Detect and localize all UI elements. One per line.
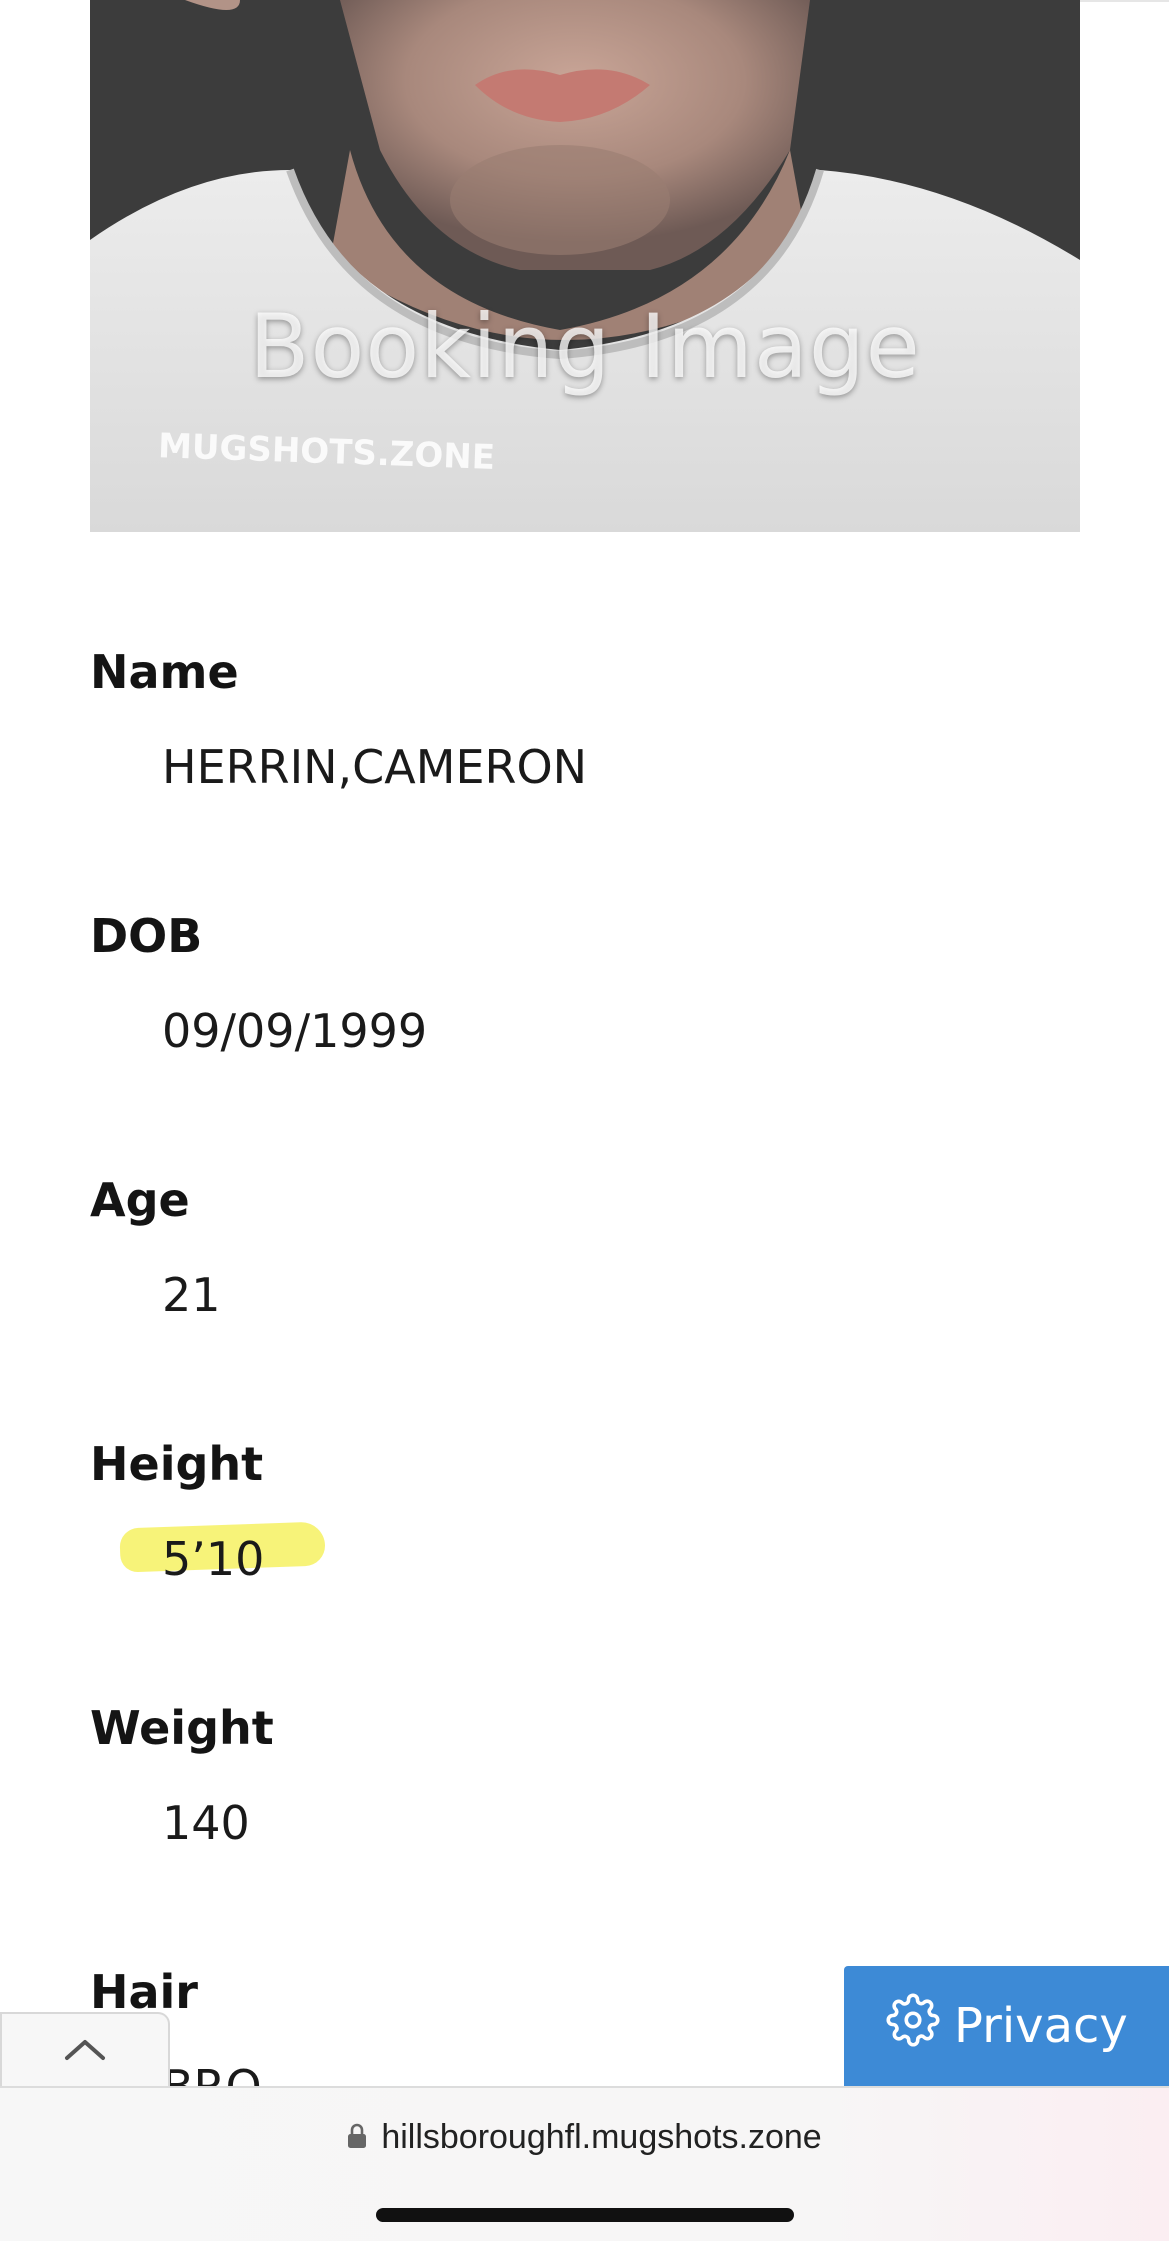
name-label: Name (90, 645, 239, 699)
height-label: Height (90, 1437, 264, 1491)
weight-value: 140 (162, 1796, 250, 1850)
gear-icon (886, 1993, 940, 2059)
url-row[interactable]: hillsboroughfl.mugshots.zone (0, 2118, 1169, 2157)
booking-image: Booking Image MUGSHOTS.ZONE (90, 0, 1080, 532)
divider (1080, 0, 1169, 2)
lock-icon (347, 2123, 367, 2153)
privacy-button[interactable]: Privacy (844, 1966, 1169, 2086)
weight-label: Weight (90, 1701, 274, 1755)
dob-label: DOB (90, 909, 203, 963)
hair-label: Hair (90, 1965, 198, 2019)
address-bar[interactable]: hillsboroughfl.mugshots.zone (0, 2086, 1169, 2241)
dob-value: 09/09/1999 (162, 1004, 428, 1058)
chevron-up-icon (61, 2034, 109, 2068)
privacy-label: Privacy (954, 1998, 1128, 2054)
age-value: 21 (162, 1268, 221, 1322)
age-label: Age (90, 1173, 190, 1227)
scroll-to-top-button[interactable] (0, 2012, 170, 2088)
url-text[interactable]: hillsboroughfl.mugshots.zone (381, 2118, 821, 2157)
home-indicator (376, 2208, 794, 2222)
page: Booking Image MUGSHOTS.ZONE Name HERRIN,… (0, 0, 1169, 2241)
watermark-text: Booking Image (249, 295, 921, 398)
height-value: 5’10 (162, 1532, 265, 1586)
name-value: HERRIN,CAMERON (162, 740, 588, 794)
